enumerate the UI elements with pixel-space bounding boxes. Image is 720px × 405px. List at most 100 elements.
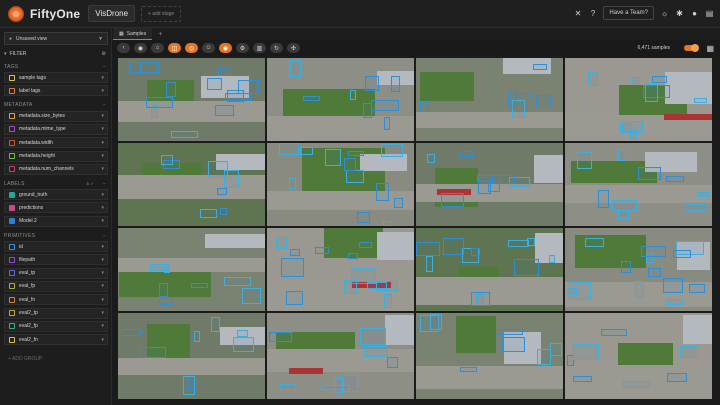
refresh-icon[interactable]: ↻ [270,43,283,53]
collapse-icon[interactable]: − [103,233,106,239]
back-icon[interactable]: ‹ [117,43,130,53]
field-checkbox[interactable] [9,87,15,94]
chevron-down-icon[interactable]: ▾ [101,140,104,146]
sample-thumbnail[interactable] [565,143,712,226]
sidebar-field-row[interactable]: sample tags ▾ [4,72,108,83]
add-group-button[interactable]: + ADD GROUP [8,356,42,362]
chevron-down-icon[interactable]: ▾ [101,257,104,263]
field-checkbox[interactable] [9,204,15,211]
field-checkbox[interactable] [9,270,15,277]
sidebar-field-row[interactable]: eval2_tp ▾ [4,307,108,319]
chevron-down-icon[interactable]: ▾ [101,153,104,159]
field-checkbox[interactable] [9,113,15,120]
collapse-icon[interactable]: − [103,181,106,187]
eye-icon[interactable]: ◉ [219,43,232,53]
dataset-selector[interactable]: VisDrone [88,5,136,22]
sidebar-field-row[interactable]: id ▾ [4,241,108,252]
fiftyone-logo-icon[interactable] [8,5,24,22]
tag-icon[interactable]: ⌂ [151,43,164,53]
similarity-icon[interactable]: ◎ [185,43,198,53]
sample-thumbnail[interactable] [416,58,563,141]
sample-thumbnail[interactable] [565,313,712,399]
sample-thumbnail[interactable] [416,143,563,226]
sidebar-field-row[interactable]: eval_fp ▾ [4,280,108,292]
github-icon[interactable]: ● [690,9,699,18]
settings-icon[interactable]: ⚙ [102,51,106,57]
chevron-down-icon[interactable]: ▾ [101,75,104,81]
field-checkbox[interactable] [9,74,15,81]
chevron-down-icon[interactable]: ▾ [101,297,104,303]
chevron-down-icon[interactable]: ▾ [101,323,104,329]
sample-thumbnail[interactable] [118,228,265,311]
tab-samples[interactable]: ▦ Samples [113,28,153,40]
patches-icon[interactable]: ◫ [168,43,181,53]
collapse-icon[interactable]: − [103,64,106,70]
field-checkbox[interactable] [9,283,15,290]
view-select[interactable]: ● Unsaved view ▼ [4,32,108,45]
collapse-icon[interactable]: − [103,102,106,108]
section-primitives[interactable]: PRIMITIVES − [4,231,108,240]
sample-thumbnail[interactable] [416,313,563,399]
section-labels[interactable]: LABELS 3 ✓ − [4,179,108,188]
field-checkbox[interactable] [9,310,15,316]
sidebar-field-row[interactable]: eval2_fn ▾ [4,334,108,346]
add-stage-button[interactable]: + add stage [141,5,182,22]
section-tags[interactable]: TAGS − [4,62,108,71]
sample-thumbnail[interactable] [267,143,414,226]
sidebar-field-row[interactable]: metadata.num_channels ▾ [4,163,108,175]
field-checkbox[interactable] [9,256,15,263]
slack-icon[interactable]: ✱ [675,9,684,18]
theme-toggle-icon[interactable]: ☼ [660,9,669,18]
sidebar-field-row[interactable]: filepath ▾ [4,254,108,266]
chevron-down-icon[interactable]: ▾ [101,88,104,94]
sample-thumbnail[interactable] [565,228,712,311]
field-checkbox[interactable] [9,139,15,146]
field-checkbox[interactable] [9,191,15,198]
section-metadata[interactable]: METADATA − [4,101,108,110]
sidebar-field-row[interactable]: eval2_fp ▾ [4,320,108,332]
colors-icon[interactable]: ◉ [134,43,147,53]
field-checkbox[interactable] [9,336,15,343]
chevron-down-icon[interactable]: ▾ [101,205,104,211]
sidebar-field-row[interactable]: Model 2 ▾ [4,215,108,227]
have-a-team-button[interactable]: Have a Team? [603,6,654,20]
sidebar-field-row[interactable]: metadata.size_bytes ▾ [4,110,108,122]
field-checkbox[interactable] [9,218,15,225]
chevron-down-icon[interactable]: ▾ [101,283,104,289]
chevron-down-icon[interactable]: ▾ [101,244,104,250]
field-checkbox[interactable] [9,153,15,159]
sidebar-field-row[interactable]: ground_truth ▾ [4,189,108,201]
field-checkbox[interactable] [9,126,15,133]
chevron-down-icon[interactable]: ▾ [101,218,104,224]
sidebar-field-row[interactable]: metadata.width ▾ [4,137,108,149]
media-toggle[interactable] [684,44,699,52]
close-icon[interactable]: ✕ [573,9,582,18]
sidebar-field-row[interactable]: label tags ▾ [4,85,108,97]
sidebar-field-row[interactable]: predictions ▾ [4,202,108,214]
sample-thumbnail[interactable] [118,313,265,399]
chevron-down-icon[interactable]: ▾ [101,337,104,343]
help-icon[interactable]: ? [588,9,597,18]
field-checkbox[interactable] [9,166,15,173]
sidebar-field-row[interactable]: metadata.mime_type ▾ [4,123,108,135]
sidebar-field-row[interactable]: metadata.height ▾ [4,150,108,162]
field-checkbox[interactable] [9,296,15,303]
field-checkbox[interactable] [9,243,15,250]
add-tab-button[interactable]: + [158,31,162,38]
sidebar-field-row[interactable]: eval_tp ▾ [4,267,108,279]
person-icon[interactable]: ☺ [202,43,215,53]
sample-thumbnail[interactable] [267,58,414,141]
chevron-down-icon[interactable]: ▾ [101,192,104,198]
chevron-down-icon[interactable]: ▾ [101,270,104,276]
sample-thumbnail[interactable] [565,58,712,141]
chevron-down-icon[interactable]: ▾ [101,310,104,316]
sample-thumbnail[interactable] [118,58,265,141]
sample-thumbnail[interactable] [118,143,265,226]
histogram-icon[interactable]: ▥ [253,43,266,53]
sidebar-field-row[interactable]: eval_fn ▾ [4,294,108,306]
gear-icon[interactable]: ⚙ [236,43,249,53]
sample-thumbnail[interactable] [267,228,414,311]
field-checkbox[interactable] [9,323,15,330]
sample-thumbnail[interactable] [416,228,563,311]
sample-thumbnail[interactable] [267,313,414,399]
